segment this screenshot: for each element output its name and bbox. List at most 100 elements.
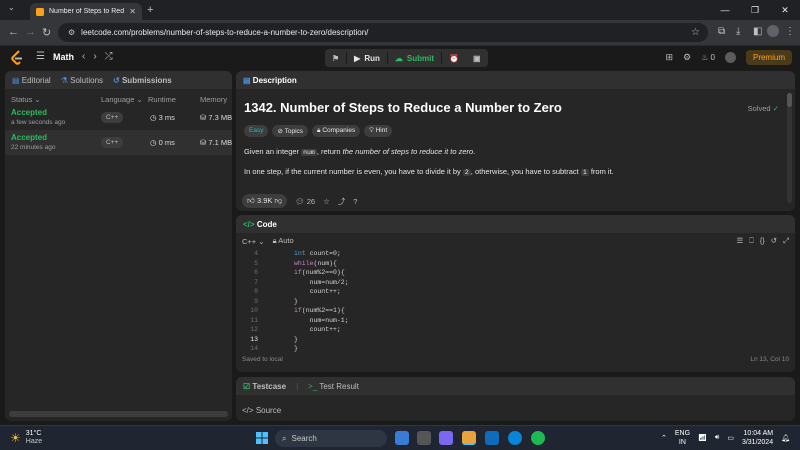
menu-dots-icon[interactable]: ⋮ [785, 26, 795, 37]
windows-start-icon[interactable] [255, 431, 269, 445]
comments-button[interactable]: 💬︎ 26 [295, 197, 315, 206]
help-icon[interactable]: ? [353, 197, 357, 206]
list-icon[interactable]: ☰ [36, 51, 45, 62]
code-text: if(num%2==1){ [294, 307, 345, 314]
code-line[interactable]: 12 count++; [236, 325, 795, 335]
url-field[interactable]: ⚙ leetcode.com/problems/number-of-steps-… [58, 23, 708, 42]
line-number: 7 [254, 278, 258, 286]
description-scrollbar[interactable] [787, 93, 792, 203]
favorite-star-icon[interactable]: ☆ [323, 197, 330, 206]
close-window-icon[interactable]: ✕ [770, 0, 800, 20]
wifi-icon[interactable]: 📶︎ [698, 434, 707, 442]
next-problem-icon[interactable]: › [93, 51, 96, 62]
code-line[interactable]: 9} [236, 297, 795, 307]
col-language[interactable]: Language ⌄ [101, 95, 143, 104]
site-info-icon[interactable]: ⚙ [68, 28, 75, 37]
premium-button[interactable]: Premium [745, 50, 792, 65]
tab-code[interactable]: </> Code [243, 220, 277, 229]
tab-description[interactable]: ▤ Description [243, 76, 297, 85]
weather-widget[interactable]: ☀ 31°C Haze [10, 430, 42, 446]
user-avatar[interactable] [724, 52, 736, 63]
source-toggle[interactable]: </> Source [242, 406, 281, 415]
share-icon[interactable]: ⤴ [338, 196, 346, 207]
input-language[interactable]: ENG IN [675, 429, 690, 447]
submission-row[interactable]: Accepted 22 minutes ago C++ ◷ 0 ms ⛁ 7.1… [5, 130, 232, 155]
tab-test-result[interactable]: >_ Test Result [308, 382, 359, 391]
minimize-icon[interactable]: — [710, 0, 740, 20]
shuffle-icon[interactable]: ⤮ [105, 51, 113, 62]
prev-problem-icon[interactable]: ‹ [82, 51, 85, 62]
hint-tag[interactable]: 💡︎ Hint [364, 125, 393, 137]
chat-icon[interactable] [439, 431, 453, 445]
close-tab-icon[interactable]: ✕ [129, 7, 136, 16]
col-status[interactable]: Status ⌄ [11, 95, 41, 104]
run-button[interactable]: ▶ Run [347, 49, 387, 67]
browser-tab[interactable]: Number of Steps to Reduce a N ✕ [30, 3, 142, 20]
tab-solutions[interactable]: ⚗ Solutions [61, 76, 103, 85]
code-line[interactable]: 10 if(num%2==1){ [236, 306, 795, 316]
code-editor[interactable]: 4 int count=0; 5 while(num){6 if(num%2==0){7… [236, 249, 795, 352]
notes-button[interactable]: ▣ [466, 49, 488, 67]
tab-search-icon[interactable]: ⌄ [8, 3, 15, 12]
streak-counter[interactable]: ♨ 0 [701, 53, 715, 62]
clock[interactable]: 10:04 AM 3/31/2024 [742, 429, 773, 447]
debug-button[interactable]: ⚑ [325, 49, 346, 67]
download-icon[interactable]: ⤓ [736, 26, 740, 37]
forward-icon[interactable]: → [25, 26, 36, 38]
col-memory: Memory [200, 95, 228, 104]
sidepanel-icon[interactable]: ◧ [753, 26, 762, 37]
leetcode-logo[interactable] [10, 50, 24, 66]
bookmark-star-icon[interactable]: ☆ [691, 27, 700, 38]
spotify-icon[interactable] [531, 431, 545, 445]
profile-avatar[interactable] [767, 25, 779, 37]
code-line[interactable]: 5 while(num){ [236, 259, 795, 269]
horizontal-scrollbar[interactable] [9, 411, 228, 417]
braces-icon[interactable]: {} [760, 236, 765, 246]
tab-submissions[interactable]: ↺ Submissions [113, 76, 172, 85]
battery-icon[interactable]: ▭ [727, 434, 734, 442]
layout-icon[interactable]: ⊞ [666, 52, 674, 63]
problem-title: 1342. Number of Steps to Reduce a Number… [244, 100, 562, 115]
code-text: count++; [294, 326, 341, 333]
tab-testcase[interactable]: ☑ Testcase [243, 382, 286, 391]
new-tab-icon[interactable]: + [147, 4, 153, 16]
code-line[interactable]: 4 int count=0; [236, 249, 795, 259]
problem-list-label[interactable]: Math [53, 52, 74, 62]
taskbar-search[interactable]: ⌕ Search [275, 430, 387, 447]
copilot-icon[interactable] [395, 431, 409, 445]
tab-editorial[interactable]: ▤ Editorial [12, 76, 51, 85]
back-icon[interactable]: ← [8, 26, 19, 38]
task-view-icon[interactable] [417, 431, 431, 445]
maximize-icon[interactable]: ❐ [740, 0, 770, 20]
code-line[interactable]: 8 count++; [236, 287, 795, 297]
line-number: 6 [254, 269, 258, 276]
reset-icon[interactable]: ↺ [771, 236, 777, 246]
alarm-button[interactable]: ⏰ [442, 49, 466, 67]
extensions-icon[interactable]: ⧉ [718, 26, 725, 37]
reload-icon[interactable]: ↻ [42, 26, 51, 39]
code-line[interactable]: 7 num=num/2; [236, 278, 795, 288]
notification-icon[interactable]: 🔔︎ [781, 434, 790, 442]
status-accepted: Accepted [11, 108, 48, 117]
mail-icon[interactable] [485, 431, 499, 445]
solved-status: Solved ✓ [747, 104, 779, 113]
companies-tag[interactable]: 🔒︎ Companies [312, 125, 361, 137]
submission-row[interactable]: Accepted a few seconds ago C++ ◷ 3 ms ⛁ … [5, 105, 232, 130]
like-button[interactable]: 👍︎ 3.9K 👎︎ [242, 194, 288, 208]
show-hidden-icon[interactable]: ⌃ [661, 434, 667, 442]
submit-button[interactable]: ☁ Submit [388, 49, 441, 67]
expand-icon[interactable]: ⤢ [783, 236, 789, 246]
code-line[interactable]: 14} [236, 344, 795, 354]
language-select[interactable]: C++ ⌄ [242, 237, 265, 246]
topics-tag[interactable]: ⊘ Topics [272, 125, 309, 137]
auto-mode[interactable]: 🔒︎ Auto [273, 236, 294, 246]
edge-icon[interactable] [508, 431, 522, 445]
format-icon[interactable]: ☰ [736, 236, 743, 246]
bookmark-icon[interactable]: ⎕ [749, 236, 754, 246]
chrome-icon[interactable] [462, 431, 476, 445]
code-line[interactable]: 6 if(num%2==0){ [236, 268, 795, 278]
volume-icon[interactable]: 🔊︎ [715, 434, 719, 442]
code-line[interactable]: 11 num=num-1; [236, 316, 795, 326]
code-line[interactable]: 13} [236, 335, 795, 345]
settings-gear-icon[interactable]: ⚙ [683, 52, 691, 63]
